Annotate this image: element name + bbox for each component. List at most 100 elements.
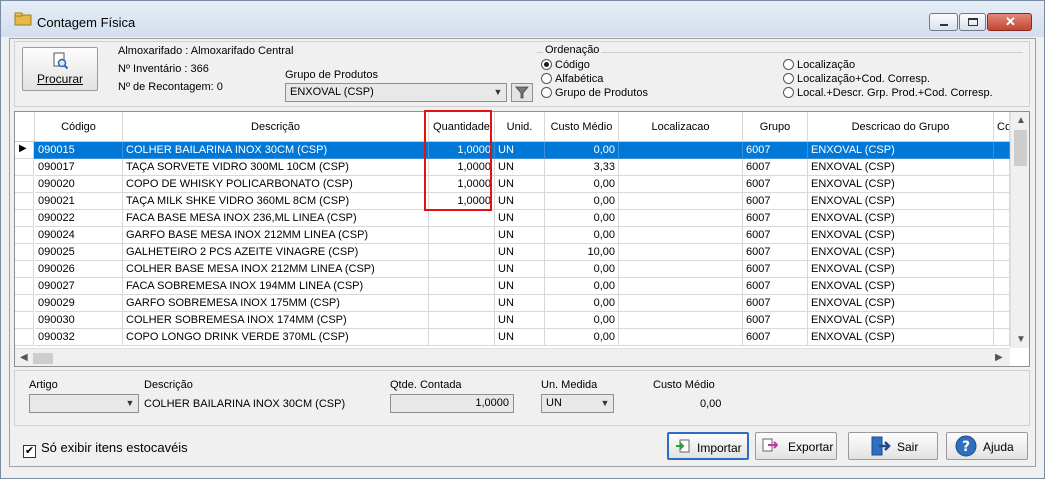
- cell-custo-medio[interactable]: 0,00: [545, 329, 619, 346]
- table-row[interactable]: 090017 TAÇA SORVETE VIDRO 300ML 10CM (CSP…: [15, 159, 1010, 176]
- cell-grupo[interactable]: 6007: [743, 295, 808, 312]
- cell-descricao[interactable]: TAÇA MILK SHKE VIDRO 360ML 8CM (CSP): [123, 193, 429, 210]
- cell-co[interactable]: [994, 295, 1010, 312]
- cell-unid[interactable]: UN: [495, 210, 545, 227]
- column-header-co[interactable]: Co: [994, 112, 1010, 142]
- table-row[interactable]: 090029 GARFO SOBREMESA INOX 175MM (CSP) UN…: [15, 295, 1010, 312]
- cell-descricao-grupo[interactable]: ENXOVAL (CSP): [808, 312, 994, 329]
- cell-descricao-grupo[interactable]: ENXOVAL (CSP): [808, 295, 994, 312]
- cell-localizacao[interactable]: [619, 227, 743, 244]
- cell-descricao-grupo[interactable]: ENXOVAL (CSP): [808, 244, 994, 261]
- cell-descricao-grupo[interactable]: ENXOVAL (CSP): [808, 227, 994, 244]
- procurar-button[interactable]: Procurar: [22, 47, 98, 91]
- cell-quantidade[interactable]: [429, 278, 495, 295]
- qtde-contada-input[interactable]: 1,0000: [390, 394, 514, 413]
- radio-ordenacao-alfabetica[interactable]: Alfabética: [541, 73, 603, 85]
- table-row[interactable]: ▶ 090015 COLHER BAILARINA INOX 30CM (CSP) 1…: [15, 142, 1010, 159]
- cell-descricao-grupo[interactable]: ENXOVAL (CSP): [808, 210, 994, 227]
- cell-grupo[interactable]: 6007: [743, 261, 808, 278]
- cell-custo-medio[interactable]: 3,33: [545, 159, 619, 176]
- cell-codigo[interactable]: 090024: [35, 227, 123, 244]
- cell-grupo[interactable]: 6007: [743, 210, 808, 227]
- row-indicator[interactable]: [15, 210, 34, 227]
- row-indicator[interactable]: [15, 193, 34, 210]
- cell-codigo[interactable]: 090020: [35, 176, 123, 193]
- grupo-produtos-select[interactable]: ENXOVAL (CSP) ▼: [285, 83, 507, 102]
- cell-custo-medio[interactable]: 0,00: [545, 210, 619, 227]
- column-header-grupo[interactable]: Grupo: [743, 112, 808, 142]
- scroll-right-icon[interactable]: ▶: [995, 352, 1003, 363]
- ajuda-button[interactable]: ? Ajuda: [946, 432, 1028, 460]
- column-header-unid[interactable]: Unid.: [495, 112, 545, 142]
- radio-ordenacao-codigo[interactable]: Código: [541, 59, 590, 71]
- cell-descricao-grupo[interactable]: ENXOVAL (CSP): [808, 261, 994, 278]
- vertical-scroll-thumb[interactable]: [1014, 130, 1027, 166]
- cell-localizacao[interactable]: [619, 329, 743, 346]
- cell-localizacao[interactable]: [619, 159, 743, 176]
- cell-codigo[interactable]: 090025: [35, 244, 123, 261]
- cell-co[interactable]: [994, 244, 1010, 261]
- cell-custo-medio[interactable]: 0,00: [545, 227, 619, 244]
- scroll-down-icon[interactable]: ▼: [1016, 334, 1026, 345]
- cell-custo-medio[interactable]: 0,00: [545, 193, 619, 210]
- horizontal-scrollbar[interactable]: ◀ ▶: [15, 348, 1010, 366]
- row-indicator[interactable]: ▶: [15, 142, 34, 159]
- cell-descricao[interactable]: FACA SOBREMESA INOX 194MM LINEA (CSP): [123, 278, 429, 295]
- scroll-left-icon[interactable]: ◀: [20, 352, 28, 363]
- cell-codigo[interactable]: 090017: [35, 159, 123, 176]
- cell-quantidade[interactable]: [429, 295, 495, 312]
- cell-custo-medio[interactable]: 0,00: [545, 261, 619, 278]
- cell-custo-medio[interactable]: 0,00: [545, 312, 619, 329]
- artigo-select[interactable]: ▼: [29, 394, 139, 413]
- cell-unid[interactable]: UN: [495, 176, 545, 193]
- cell-localizacao[interactable]: [619, 295, 743, 312]
- cell-localizacao[interactable]: [619, 176, 743, 193]
- cell-unid[interactable]: UN: [495, 295, 545, 312]
- cell-quantidade[interactable]: [429, 329, 495, 346]
- radio-ordenacao-grupo[interactable]: Grupo de Produtos: [541, 87, 648, 99]
- cell-co[interactable]: [994, 193, 1010, 210]
- column-header-localizacao[interactable]: Localizacao: [619, 112, 743, 142]
- cell-descricao[interactable]: GARFO SOBREMESA INOX 175MM (CSP): [123, 295, 429, 312]
- cell-co[interactable]: [994, 329, 1010, 346]
- horizontal-scroll-thumb[interactable]: [33, 353, 53, 364]
- column-header-codigo[interactable]: Código: [35, 112, 123, 142]
- cell-localizacao[interactable]: [619, 261, 743, 278]
- radio-ordenacao-local-descr[interactable]: Local.+Descr. Grp. Prod.+Cod. Corresp.: [783, 87, 993, 99]
- cell-grupo[interactable]: 6007: [743, 142, 808, 159]
- cell-co[interactable]: [994, 227, 1010, 244]
- cell-co[interactable]: [994, 312, 1010, 329]
- maximize-button[interactable]: [959, 13, 986, 31]
- column-header-descricao-grupo[interactable]: Descricao do Grupo: [808, 112, 994, 142]
- cell-custo-medio[interactable]: 0,00: [545, 295, 619, 312]
- cell-descricao-grupo[interactable]: ENXOVAL (CSP): [808, 193, 994, 210]
- cell-quantidade[interactable]: [429, 261, 495, 278]
- table-row[interactable]: 090032 COPO LONGO DRINK VERDE 370ML (CSP)…: [15, 329, 1010, 346]
- cell-descricao[interactable]: COPO DE WHISKY POLICARBONATO (CSP): [123, 176, 429, 193]
- cell-codigo[interactable]: 090015: [35, 142, 123, 159]
- cell-codigo[interactable]: 090032: [35, 329, 123, 346]
- cell-descricao[interactable]: TAÇA SORVETE VIDRO 300ML 10CM (CSP): [123, 159, 429, 176]
- cell-custo-medio[interactable]: 0,00: [545, 278, 619, 295]
- cell-descricao[interactable]: COPO LONGO DRINK VERDE 370ML (CSP): [123, 329, 429, 346]
- filter-button[interactable]: [511, 83, 533, 102]
- cell-descricao[interactable]: FACA BASE MESA INOX 236,ML LINEA (CSP): [123, 210, 429, 227]
- column-header-descricao[interactable]: Descrição: [123, 112, 429, 142]
- cell-localizacao[interactable]: [619, 210, 743, 227]
- vertical-scrollbar[interactable]: ▲ ▼: [1010, 112, 1029, 348]
- table-row[interactable]: 090024 GARFO BASE MESA INOX 212MM LINEA (…: [15, 227, 1010, 244]
- table-row[interactable]: 090026 COLHER BASE MESA INOX 212MM LINEA …: [15, 261, 1010, 278]
- cell-descricao-grupo[interactable]: ENXOVAL (CSP): [808, 278, 994, 295]
- cell-custo-medio[interactable]: 10,00: [545, 244, 619, 261]
- cell-co[interactable]: [994, 261, 1010, 278]
- cell-custo-medio[interactable]: 0,00: [545, 176, 619, 193]
- cell-descricao[interactable]: COLHER BASE MESA INOX 212MM LINEA (CSP): [123, 261, 429, 278]
- cell-unid[interactable]: UN: [495, 227, 545, 244]
- row-indicator[interactable]: [15, 244, 34, 261]
- row-indicator[interactable]: [15, 278, 34, 295]
- cell-descricao[interactable]: GARFO BASE MESA INOX 212MM LINEA (CSP): [123, 227, 429, 244]
- cell-grupo[interactable]: 6007: [743, 329, 808, 346]
- cell-localizacao[interactable]: [619, 193, 743, 210]
- row-indicator[interactable]: [15, 176, 34, 193]
- cell-grupo[interactable]: 6007: [743, 227, 808, 244]
